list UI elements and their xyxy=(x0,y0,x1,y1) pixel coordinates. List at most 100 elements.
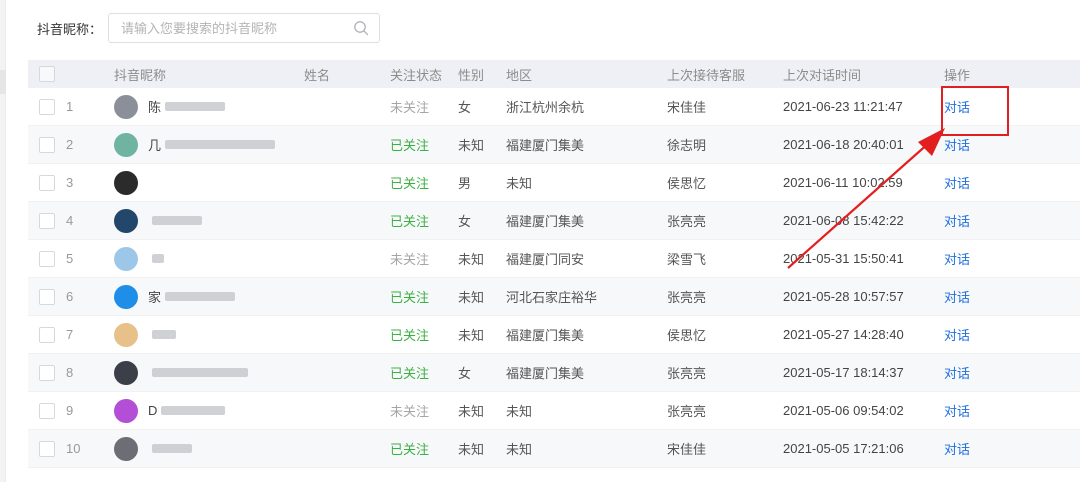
table-row: 8 已关注 女 福建厦门集美 张亮亮 2021-05-17 18:14:37 对话 xyxy=(28,354,1080,392)
header-gender: 性别 xyxy=(458,67,485,83)
header-region: 地区 xyxy=(506,67,533,83)
table-row: 4 已关注 女 福建厦门集美 张亮亮 2021-06-08 15:42:22 对话 xyxy=(28,202,1080,240)
header-checkbox-cell xyxy=(28,66,66,82)
row-nickname-cell: 陈 xyxy=(114,94,304,119)
row-agent: 张亮亮 xyxy=(667,404,707,419)
row-follow-status: 已关注 xyxy=(390,176,430,191)
row-checkbox[interactable] xyxy=(39,174,55,191)
search-icon[interactable] xyxy=(353,20,369,36)
row-nickname-cell xyxy=(114,436,304,461)
row-region: 福建厦门集美 xyxy=(506,366,585,381)
row-checkbox[interactable] xyxy=(39,212,55,229)
table-row: 2 几 已关注 未知 福建厦门集美 徐志明 2021-06-18 20:40:01 对话 xyxy=(28,126,1080,164)
avatar xyxy=(114,246,138,271)
row-nickname-cell xyxy=(114,208,304,233)
header-name: 姓名 xyxy=(304,67,331,83)
row-last-chat-time: 2021-06-23 11:21:47 xyxy=(783,99,903,114)
nickname-search-input[interactable] xyxy=(109,14,380,42)
table-row: 1 陈未关注女浙江杭州余杭 宋佳佳 2021-06-23 11:21:47 对话 xyxy=(28,88,1080,126)
table-row: 6 家 已关注 未知 河北石家庄裕华 张亮亮 2021-05-28 10:57:57 对话 xyxy=(28,278,1080,316)
avatar xyxy=(114,360,138,385)
row-follow-status: 未关注 xyxy=(390,404,430,419)
row-nickname-cell: D xyxy=(114,398,304,423)
row-gender: 女 xyxy=(458,366,472,381)
row-action-cell: 对话 xyxy=(944,211,1034,230)
row-nickname: 家 xyxy=(148,290,162,305)
row-gender: 男 xyxy=(458,176,472,191)
avatar xyxy=(114,398,138,423)
row-last-chat-time: 2021-05-31 15:50:41 xyxy=(783,251,904,266)
avatar xyxy=(114,322,138,347)
row-last-chat-time: 2021-05-27 14:28:40 xyxy=(783,327,904,342)
row-region: 河北石家庄裕华 xyxy=(506,290,598,305)
search-bar: 抖音昵称： xyxy=(37,12,381,44)
search-box[interactable] xyxy=(108,13,381,43)
redacted-nickname xyxy=(152,216,202,225)
table-header: 抖音昵称 姓名 关注状态 性别 地区 上次接待客服 上次对话时间 操作 xyxy=(28,60,1080,88)
row-checkbox-cell xyxy=(28,212,66,229)
row-checkbox-cell xyxy=(28,250,66,267)
row-checkbox[interactable] xyxy=(39,250,55,267)
chat-button[interactable]: 对话 xyxy=(944,252,970,267)
row-region: 福建厦门集美 xyxy=(506,214,585,229)
row-gender: 未知 xyxy=(458,290,485,305)
select-all-checkbox[interactable] xyxy=(39,66,55,82)
row-agent: 梁雪飞 xyxy=(667,252,707,267)
row-agent: 张亮亮 xyxy=(667,214,707,229)
left-sidebar-edge xyxy=(0,0,6,482)
avatar xyxy=(114,132,138,157)
chat-button[interactable]: 对话 xyxy=(944,404,970,419)
redacted-nickname xyxy=(152,444,192,453)
row-nickname-cell: 几 xyxy=(114,132,304,157)
redacted-nickname xyxy=(165,102,226,111)
table-row: 5 未关注 未知 福建厦门同安 梁雪飞 2021-05-31 15:50:41 对话 xyxy=(28,240,1080,278)
row-gender: 未知 xyxy=(458,138,485,153)
header-follow-status: 关注状态 xyxy=(390,67,443,83)
row-index: 9 xyxy=(66,403,74,418)
chat-button[interactable]: 对话 xyxy=(944,328,970,343)
avatar xyxy=(114,94,138,119)
chat-button[interactable]: 对话 xyxy=(944,176,970,191)
chat-button[interactable]: 对话 xyxy=(944,290,970,305)
row-checkbox-cell xyxy=(28,440,66,457)
chat-button[interactable]: 对话 xyxy=(944,214,970,229)
table-row: 7 已关注 未知 福建厦门集美 侯思忆 2021-05-27 14:28:40 对话 xyxy=(28,316,1080,354)
avatar xyxy=(114,436,138,461)
table-body: 1 陈未关注女浙江杭州余杭 宋佳佳 2021-06-23 11:21:47 对话 2 几已关… xyxy=(28,88,1080,468)
row-agent: 侯思忆 xyxy=(667,176,707,191)
row-checkbox[interactable] xyxy=(39,326,55,343)
chat-button[interactable]: 对话 xyxy=(944,442,970,457)
avatar xyxy=(114,208,138,233)
table-row: 10 已关注 未知 未知 宋佳佳 2021-05-05 17:21:06 对话 xyxy=(28,430,1080,468)
row-checkbox-cell xyxy=(28,364,66,381)
row-region: 福建厦门集美 xyxy=(506,138,585,153)
redacted-nickname xyxy=(165,140,276,149)
row-action-cell: 对话 xyxy=(944,363,1034,382)
avatar xyxy=(114,170,138,195)
row-checkbox-cell xyxy=(28,136,66,153)
row-nickname-cell xyxy=(114,360,304,385)
contacts-table: 抖音昵称 姓名 关注状态 性别 地区 上次接待客服 上次对话时间 操作 1 陈未关… xyxy=(28,60,1080,468)
row-follow-status: 已关注 xyxy=(390,290,430,305)
row-follow-status: 已关注 xyxy=(390,138,430,153)
row-gender: 未知 xyxy=(458,404,485,419)
chat-button[interactable]: 对话 xyxy=(944,366,970,381)
row-last-chat-time: 2021-05-05 17:21:06 xyxy=(783,441,904,456)
row-action-cell: 对话 xyxy=(944,173,1034,192)
row-checkbox[interactable] xyxy=(39,440,55,457)
row-index: 10 xyxy=(66,441,81,456)
row-checkbox[interactable] xyxy=(39,402,55,419)
chat-button[interactable]: 对话 xyxy=(944,138,970,153)
row-checkbox-cell xyxy=(28,326,66,343)
row-checkbox[interactable] xyxy=(39,136,55,153)
row-region: 浙江杭州余杭 xyxy=(506,100,585,115)
header-action: 操作 xyxy=(944,67,971,83)
row-region: 福建厦门同安 xyxy=(506,252,585,267)
row-checkbox[interactable] xyxy=(39,98,55,115)
search-label: 抖音昵称： xyxy=(37,21,103,37)
row-checkbox[interactable] xyxy=(39,364,55,381)
row-last-chat-time: 2021-06-11 10:02:59 xyxy=(783,175,903,190)
row-checkbox[interactable] xyxy=(39,288,55,305)
row-checkbox-cell xyxy=(28,402,66,419)
table-row: 9 D 未关注 未知 未知 张亮亮 2021-05-06 09:54:02 对话 xyxy=(28,392,1080,430)
